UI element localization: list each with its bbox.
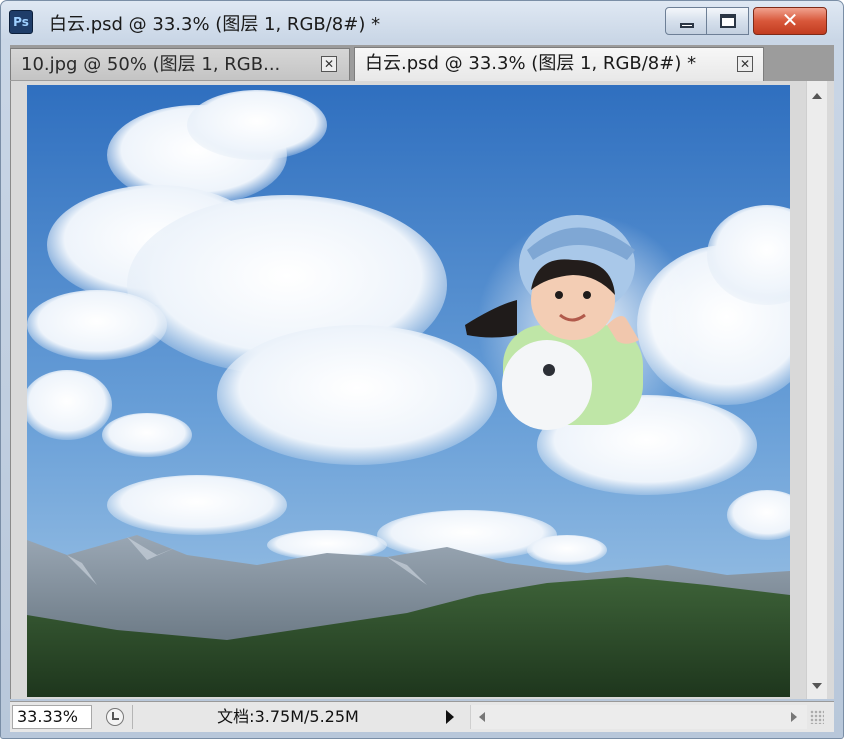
scroll-down-arrow-icon[interactable] xyxy=(812,683,822,689)
tab-baiyun-psd[interactable]: 白云.psd @ 33.3% (图层 1, RGB/8#) * ✕ xyxy=(354,47,764,81)
document-area xyxy=(10,81,834,699)
title-bar[interactable]: Ps 白云.psd @ 33.3% (图层 1, RGB/8#) * ✕ xyxy=(1,1,843,43)
document-size-info: 文档:3.75M/5.25M xyxy=(217,707,359,726)
close-icon: ✕ xyxy=(781,8,799,32)
tab-close-icon[interactable]: ✕ xyxy=(321,56,337,72)
scroll-left-arrow-icon[interactable] xyxy=(479,712,485,722)
minimize-icon xyxy=(680,23,694,28)
window-title: 白云.psd @ 33.3% (图层 1, RGB/8#) * xyxy=(49,14,381,35)
resize-grip-icon[interactable] xyxy=(810,710,824,724)
status-menu-arrow-icon[interactable] xyxy=(446,710,454,724)
zoom-level-field[interactable]: 33.33% xyxy=(12,705,92,729)
vertical-scrollbar[interactable] xyxy=(806,81,827,699)
status-separator xyxy=(132,705,133,729)
status-bar: 33.33% 文档:3.75M/5.25M xyxy=(10,701,834,732)
tab-label: 白云.psd @ 33.3% (图层 1, RGB/8#) * xyxy=(365,53,697,74)
status-toggle-icon[interactable] xyxy=(106,708,124,726)
maximize-button[interactable] xyxy=(707,7,749,35)
horizontal-scrollbar[interactable] xyxy=(470,705,807,729)
document-tab-bar: 10.jpg @ 50% (图层 1, RGB... ✕ 白云.psd @ 33… xyxy=(10,45,834,82)
scroll-right-arrow-icon[interactable] xyxy=(791,712,797,722)
minimize-button[interactable] xyxy=(665,7,707,35)
image-canvas[interactable] xyxy=(27,85,790,697)
photoshop-app-icon[interactable]: Ps xyxy=(9,10,33,34)
canvas-image xyxy=(27,85,790,697)
scroll-up-arrow-icon[interactable] xyxy=(812,93,822,99)
maximize-icon xyxy=(720,14,736,28)
tab-10-jpg[interactable]: 10.jpg @ 50% (图层 1, RGB... ✕ xyxy=(10,48,350,80)
tab-close-icon[interactable]: ✕ xyxy=(737,56,753,72)
close-button[interactable]: ✕ xyxy=(753,7,827,35)
tab-label: 10.jpg @ 50% (图层 1, RGB... xyxy=(21,54,281,75)
document-window: Ps 白云.psd @ 33.3% (图层 1, RGB/8#) * ✕ 10.… xyxy=(0,0,844,739)
